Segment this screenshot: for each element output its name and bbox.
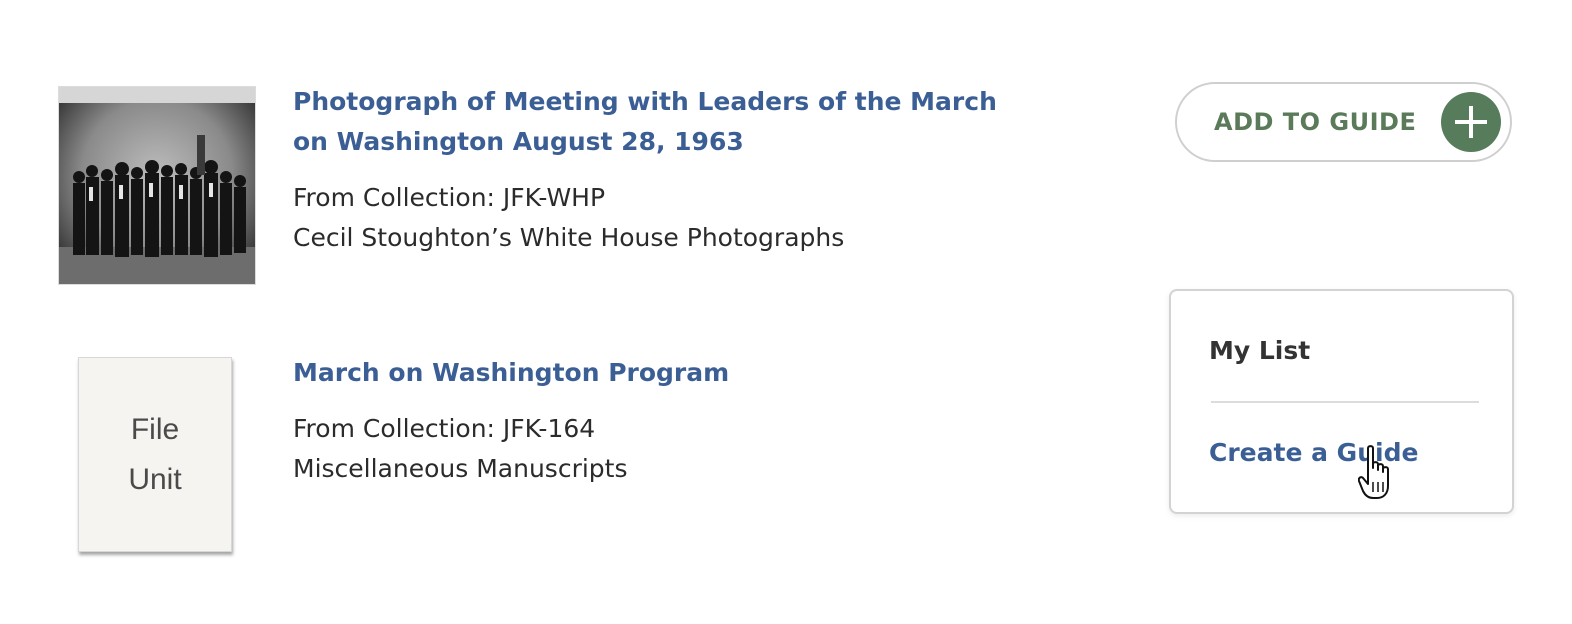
result-collection-id: From Collection: JFK-164 [293,414,596,443]
file-unit-text-line1: File [130,412,180,446]
photo-thumbnail-image [59,87,255,284]
result-collection-name: Miscellaneous Manuscripts [293,454,628,483]
guide-dropdown-menu: My List Create a Guide [1169,289,1514,514]
result-title-link[interactable]: Photograph of Meeting with Leaders of th… [293,82,1013,162]
add-to-guide-label: ADD TO GUIDE [1214,108,1417,136]
result-collection-id: From Collection: JFK-WHP [293,183,606,212]
plus-icon [1441,92,1501,152]
menu-item-create-guide[interactable]: Create a Guide [1209,433,1418,473]
photo-thumbnail[interactable] [58,86,256,285]
result-collection-name: Cecil Stoughton’s White House Photograph… [293,223,845,252]
file-unit-thumbnail[interactable]: File Unit [78,357,232,552]
add-to-guide-button[interactable]: ADD TO GUIDE [1175,82,1512,162]
file-unit-text-line2: Unit [128,462,182,496]
menu-divider [1211,401,1479,403]
menu-item-my-list[interactable]: My List [1209,331,1310,371]
result-title-link[interactable]: March on Washington Program [293,353,1013,393]
